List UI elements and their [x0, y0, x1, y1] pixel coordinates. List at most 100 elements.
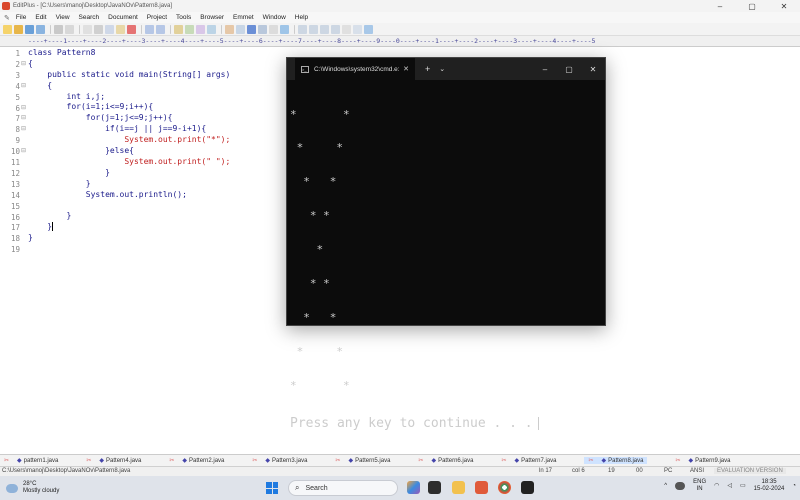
word-wrap-icon[interactable]: [236, 24, 245, 34]
code-line[interactable]: public static void main(String[] args): [28, 70, 230, 81]
cmd-close-button[interactable]: ✕: [581, 65, 605, 74]
line-number-icon[interactable]: [258, 24, 267, 34]
code-line[interactable]: for(j=1;j<=9;j++){: [28, 113, 230, 124]
copy-icon[interactable]: [105, 24, 114, 34]
file-tab[interactable]: ✂ ◆ Pattern6.java: [418, 457, 473, 465]
menu-browser[interactable]: Browser: [200, 14, 224, 21]
find-next-icon[interactable]: [185, 24, 194, 34]
fold-toggle-icon[interactable]: ⊟: [21, 114, 26, 121]
file-tab[interactable]: ✂ ◆ Pattern9.java: [675, 457, 730, 465]
code-line[interactable]: }: [28, 233, 230, 244]
cascade-icon[interactable]: [331, 24, 340, 34]
fold-toggle-icon[interactable]: ⊟: [21, 104, 26, 111]
browser-icon[interactable]: [280, 24, 289, 34]
taskbar-search-box[interactable]: ⌕ Search: [288, 480, 398, 496]
new-tab-button[interactable]: +: [425, 64, 430, 74]
code-line[interactable]: {: [28, 59, 230, 70]
file-tab[interactable]: ✂ ◆ Pattern8.java: [584, 457, 648, 464]
code-line[interactable]: }: [28, 222, 230, 233]
menu-project[interactable]: Project: [147, 14, 167, 21]
file-tab[interactable]: ✂ ◆ Pattern5.java: [335, 457, 390, 465]
code-line[interactable]: {: [28, 81, 230, 92]
code-line[interactable]: for(i=1;i<=9;i++){: [28, 102, 230, 113]
code-line[interactable]: }: [28, 211, 230, 222]
weather-widget[interactable]: 28°C Mostly cloudy: [6, 481, 59, 495]
fullscreen-icon[interactable]: [342, 24, 351, 34]
volume-icon[interactable]: ◁: [727, 483, 732, 490]
code-line[interactable]: System.out.println();: [28, 190, 230, 201]
tile-horizontal-icon[interactable]: [309, 24, 318, 34]
language-indicator[interactable]: ENG IN: [693, 479, 706, 493]
delete-icon[interactable]: [127, 24, 136, 34]
fold-toggle-icon[interactable]: ⊟: [21, 125, 26, 132]
code-line[interactable]: }else{: [28, 146, 230, 157]
minimize-button[interactable]: –: [704, 2, 736, 11]
file-tab[interactable]: ✂ ◆ Pattern4.java: [86, 457, 141, 465]
cmd-window[interactable]: >_ C:\Windows\system32\cmd.e: ✕ + ⌄ – ▢ …: [286, 57, 606, 431]
wifi-icon[interactable]: ◠: [714, 483, 719, 490]
font-icon[interactable]: [225, 24, 234, 34]
code-line[interactable]: }: [28, 179, 230, 190]
editplus-taskbar-icon[interactable]: [475, 481, 488, 494]
windows-start-icon[interactable]: [266, 482, 278, 494]
battery-icon[interactable]: ▭: [740, 483, 746, 490]
code-line[interactable]: }: [28, 168, 230, 179]
code-line[interactable]: class Pattern8: [28, 48, 230, 59]
fold-toggle-icon[interactable]: ⊟: [21, 147, 26, 154]
tile-vertical-icon[interactable]: [320, 24, 329, 34]
find-icon[interactable]: [174, 24, 183, 34]
file-tab[interactable]: ✂ ◆ Pattern3.java: [252, 457, 307, 465]
undo-icon[interactable]: [145, 24, 154, 34]
replace-icon[interactable]: [196, 24, 205, 34]
cut-icon[interactable]: [94, 24, 103, 34]
tab-dropdown-button[interactable]: ⌄: [439, 65, 445, 73]
file-tab[interactable]: ✂ ◆ Pattern7.java: [501, 457, 556, 465]
goto-line-icon[interactable]: [207, 24, 216, 34]
copilot-icon[interactable]: [407, 481, 420, 494]
spell-check-icon[interactable]: [83, 24, 92, 34]
clock[interactable]: 18:35 15-02-2024: [754, 479, 785, 493]
notification-bell-icon[interactable]: ◔: [792, 483, 796, 490]
cmd-minimize-button[interactable]: –: [533, 65, 557, 74]
cmd-tab[interactable]: >_ C:\Windows\system32\cmd.e: ✕: [295, 58, 415, 80]
help-icon[interactable]: [364, 24, 373, 34]
print-preview-icon[interactable]: [65, 24, 74, 34]
code-line[interactable]: if(i==j || j==9-i+1){: [28, 124, 230, 135]
file-tab[interactable]: ✂ ◆ pattern1.java: [4, 457, 58, 465]
task-view-icon[interactable]: [428, 481, 441, 494]
code-line[interactable]: [28, 200, 230, 211]
open-folder-icon[interactable]: [14, 24, 23, 34]
save-icon[interactable]: [25, 24, 34, 34]
code-area[interactable]: class Pattern8{ public static void main(…: [28, 48, 230, 255]
file-tab[interactable]: ✂ ◆ Pattern2.java: [169, 457, 224, 465]
meet-icon[interactable]: [675, 482, 686, 490]
console-output[interactable]: * * * * * * * * * * * * * * * * * Press …: [287, 80, 605, 454]
print-icon[interactable]: [54, 24, 63, 34]
save-all-icon[interactable]: [36, 24, 45, 34]
redo-icon[interactable]: [156, 24, 165, 34]
file-explorer-icon[interactable]: [452, 481, 465, 494]
maximize-button[interactable]: ▢: [736, 2, 768, 11]
ruler-icon[interactable]: [247, 24, 256, 34]
window-list-icon[interactable]: [298, 24, 307, 34]
menu-window[interactable]: Window: [263, 14, 286, 21]
fold-toggle-icon[interactable]: ⊟: [21, 82, 26, 89]
menu-file[interactable]: File: [16, 14, 26, 21]
menu-document[interactable]: Document: [108, 14, 138, 21]
new-file-icon[interactable]: [3, 24, 12, 34]
column-select-icon[interactable]: [269, 24, 278, 34]
preferences-icon[interactable]: [353, 24, 362, 34]
menu-emmet[interactable]: Emmet: [233, 14, 254, 21]
menu-view[interactable]: View: [56, 14, 70, 21]
menu-edit[interactable]: Edit: [35, 14, 46, 21]
close-button[interactable]: ✕: [768, 2, 800, 11]
paste-icon[interactable]: [116, 24, 125, 34]
cmd-tab-close-icon[interactable]: ✕: [403, 65, 409, 73]
code-line[interactable]: System.out.print(" ");: [28, 157, 230, 168]
code-line[interactable]: int i,j;: [28, 92, 230, 103]
fold-toggle-icon[interactable]: ⊟: [21, 60, 26, 67]
chrome-icon[interactable]: [498, 481, 511, 494]
terminal-taskbar-icon[interactable]: [521, 481, 534, 494]
menu-search[interactable]: Search: [79, 14, 100, 21]
tray-overflow-icon[interactable]: ^: [664, 483, 667, 490]
